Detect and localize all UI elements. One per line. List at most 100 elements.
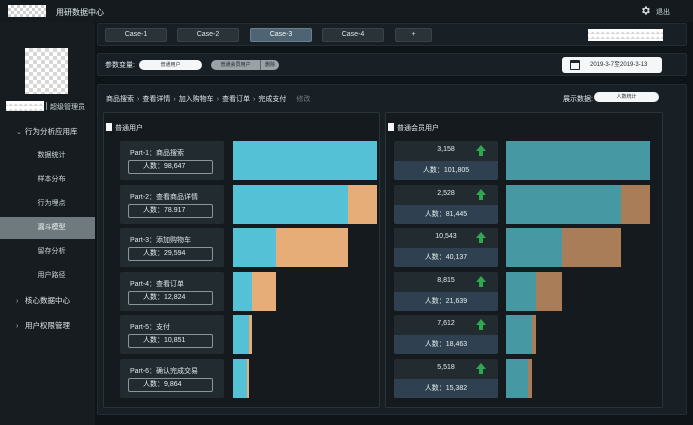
chevron-right-icon: › — [216, 96, 220, 103]
chevron-right-icon: › — [173, 96, 176, 103]
step-count: 人数：9,864 — [128, 377, 213, 392]
funnel-bar — [233, 271, 377, 311]
nav-group-label: 核心数据中心 — [25, 296, 70, 305]
funnel-bar-dropoff — [527, 358, 532, 398]
chevron-right-icon: › — [16, 323, 19, 330]
up-arrow-icon-stem — [479, 151, 483, 156]
logo-placeholder — [8, 5, 46, 17]
header-placeholder — [588, 29, 663, 41]
nav-group-label: 用户权限管理 — [25, 321, 70, 330]
funnel-bar — [506, 315, 650, 354]
step-delta-row: 10,543 — [394, 228, 498, 248]
user-role: 超级管理员 — [50, 104, 85, 111]
funnel-step-card: 8,815 人数：21,639 — [394, 271, 498, 311]
funnel-bar — [233, 228, 377, 267]
username-placeholder — [6, 101, 44, 111]
section-title: 普通用户 — [115, 125, 143, 132]
avatar — [25, 48, 68, 94]
tab-case-3[interactable]: Case-3 — [250, 28, 312, 42]
regular-user-funnel: 普通用户 Part-1：商品搜索人数：98,647 Part-2：查看商品详情 人数… — [103, 112, 380, 408]
funnel-bar-retained — [506, 315, 532, 354]
funnel-step-card: Part-6：确认完成交易 人数：9,864 — [120, 358, 224, 398]
funnel-step-card: 10,543 人数：40,137 — [394, 228, 498, 267]
top-bar: 用研数据中心 退出 — [0, 0, 693, 22]
gear-icon[interactable] — [640, 5, 651, 16]
nav-group-behavior-analysis[interactable]: ⌄ 行为分析应用库 — [0, 122, 95, 142]
up-arrow-icon-stem — [479, 325, 483, 330]
sidebar-item-funnel-model[interactable]: 漏斗模型 — [0, 217, 95, 239]
up-arrow-icon-stem — [479, 194, 483, 200]
step-count: 人数：81,445 — [394, 204, 498, 224]
sidebar-item-event-tracking[interactable]: 行为埋点 — [0, 193, 95, 215]
step-count: 人数：12,824 — [128, 290, 213, 305]
sidebar-item-retention[interactable]: 留存分析 — [0, 241, 95, 263]
funnel-bar-retained — [506, 141, 650, 180]
funnel-step-card: Part-1：商品搜索人数：98,647 — [120, 141, 224, 180]
add-tab-button[interactable]: + — [395, 28, 432, 42]
funnel-bar-dropoff — [348, 184, 377, 224]
display-data-select[interactable]: 人数统计 — [594, 92, 659, 102]
funnel-bar-dropoff — [251, 271, 277, 311]
user-divider — [46, 102, 47, 110]
step-count: 人数：10,851 — [128, 334, 213, 348]
step-name: Part-1：商品搜索 — [130, 150, 185, 157]
param-pill-member-user[interactable]: 普通会员用户 删除 — [211, 60, 279, 70]
tab-case-1[interactable]: Case-1 — [105, 28, 167, 42]
step-count: 人数：40,137 — [394, 248, 498, 267]
nav-group-core-data[interactable]: › 核心数据中心 — [0, 291, 95, 311]
display-data-label: 展示数据: — [563, 96, 593, 103]
section-marker — [106, 123, 112, 131]
funnel-bar — [233, 358, 377, 398]
funnel-bar-retained — [506, 358, 528, 398]
funnel-bar-retained — [233, 184, 349, 224]
funnel-bar — [233, 315, 377, 354]
step-delta-row: 8,815 — [394, 271, 498, 292]
funnel-bar — [506, 184, 650, 224]
funnel-bar-retained — [233, 315, 249, 354]
edit-link[interactable]: 修改 — [296, 96, 310, 103]
breadcrumb-step: 查看详情 — [142, 96, 171, 103]
funnel-step-card: Part-3：添加购物车 人数：29,594 — [120, 228, 224, 267]
tab-case-2[interactable]: Case-2 — [177, 28, 239, 42]
params-bar: 参数变量: 普通用户 普通会员用户 删除 2019-3-7至2019-3-13 — [97, 53, 687, 76]
up-arrow-icon-stem — [479, 238, 483, 243]
param-remove-button[interactable]: 删除 — [261, 60, 279, 70]
step-count: 人数：98,647 — [128, 160, 213, 174]
funnel-bar-retained — [233, 358, 248, 398]
funnel-step-card: Part-4：查看订单人数：12,824 — [120, 271, 224, 311]
sidebar-item-user-path[interactable]: 用户路径 — [0, 265, 95, 287]
funnel-bar-dropoff — [531, 315, 537, 354]
logout-link[interactable]: 退出 — [656, 7, 670, 17]
step-count: 人数：18,463 — [394, 335, 498, 354]
sidebar-item-sample-distribution[interactable]: 样本分布 — [0, 169, 95, 191]
param-pill-regular-user[interactable]: 普通用户 — [139, 60, 202, 70]
breadcrumb-step: 完成支付 — [258, 96, 287, 103]
member-user-funnel: 普通会员用户 3,158 人数：101,805 2,528 人数：81,445 10,5… — [385, 112, 663, 408]
sidebar-item-data-stats[interactable]: 数据统计 — [0, 145, 95, 167]
section-title: 普通会员用户 — [397, 125, 439, 132]
tab-case-4[interactable]: Case-4 — [322, 28, 384, 42]
funnel-step-card: Part-5：支付人数：10,851 — [120, 315, 224, 354]
funnel-bar — [233, 141, 377, 180]
funnel-bar-retained — [506, 184, 622, 224]
chevron-down-icon: ⌄ — [16, 129, 22, 136]
date-range-picker[interactable]: 2019-3-7至2019-3-13 — [562, 57, 662, 73]
funnel-bar — [506, 358, 650, 398]
breadcrumb-step: 加入购物车 — [178, 96, 214, 103]
step-name: Part-4：查看订单 — [130, 280, 185, 288]
date-range-value: 2019-3-7至2019-3-13 — [590, 62, 648, 68]
step-count: 人数：78.917 — [128, 203, 213, 218]
calendar-icon — [570, 60, 580, 70]
step-name: Part-5：支付 — [130, 324, 171, 331]
step-count: 人数：101,805 — [394, 161, 498, 180]
nav-group-permissions[interactable]: › 用户权限管理 — [0, 316, 95, 336]
funnel-step-card: 3,158 人数：101,805 — [394, 141, 498, 180]
funnel-steps-breadcrumb: 商品搜索 › 查看详情 › 加入购物车 › 查看订单 › 完成支付 修改 — [106, 94, 310, 104]
param-pill-label: 普通会员用户 — [211, 60, 261, 70]
step-delta-row: 5,518 — [394, 358, 498, 379]
step-count: 人数：21,639 — [394, 291, 498, 311]
up-arrow-icon-stem — [479, 368, 483, 374]
step-delta-row: 2,528 — [394, 184, 498, 205]
funnel-panel: 商品搜索 › 查看详情 › 加入购物车 › 查看订单 › 完成支付 修改 展示数据: 人数统计 普… — [97, 84, 687, 415]
funnel-step-card: Part-2：查看商品详情 人数：78.917 — [120, 184, 224, 224]
